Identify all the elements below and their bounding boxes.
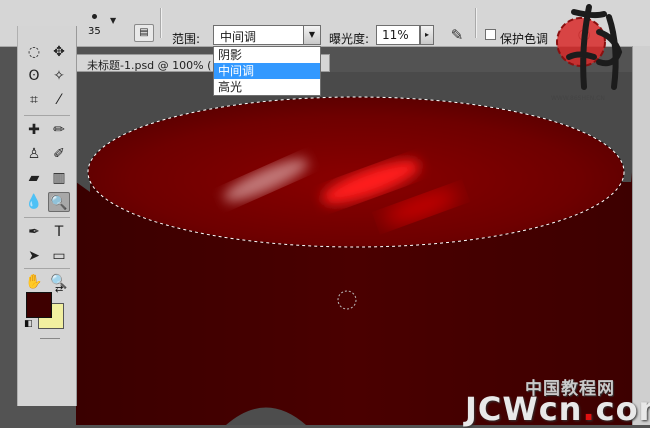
- pen-tool-icon[interactable]: ✒: [23, 222, 45, 242]
- eyedropper-tool-icon[interactable]: ⁄: [48, 90, 70, 110]
- brush-tip-icon: [92, 14, 97, 19]
- range-dropdown-list: 阴影 中间调 高光: [213, 46, 321, 96]
- range-label: 范围:: [172, 32, 201, 46]
- exposure-slider-button[interactable]: ▸: [420, 25, 434, 45]
- crop-tool-icon[interactable]: ⌗: [23, 90, 45, 110]
- seal-caption: WWW.86SHEN.CN: [551, 95, 605, 102]
- brush-picker-arrow-icon[interactable]: ▼: [110, 16, 116, 25]
- path-selection-tool-icon[interactable]: ➤: [23, 246, 45, 266]
- document-tab-title: 未标题-1.psd @ 100% (: [87, 59, 212, 72]
- healing-brush-tool-icon[interactable]: ✚: [23, 120, 45, 140]
- protect-tones-label: 保护色调: [500, 32, 549, 46]
- marquee-tool-icon[interactable]: ◌: [23, 42, 45, 62]
- divider: [24, 217, 70, 218]
- type-tool-icon[interactable]: T: [48, 222, 70, 242]
- range-selected-value: 中间调: [220, 30, 257, 44]
- exposure-value: 11%: [382, 28, 409, 42]
- history-brush-tool-icon[interactable]: ✐: [48, 144, 70, 164]
- divider: [475, 8, 477, 38]
- panel-dock-strip: [632, 46, 650, 425]
- divider: [24, 115, 70, 116]
- seal-logo: WWW.86SHEN.CN: [551, 4, 623, 102]
- blur-tool-icon[interactable]: 💧: [23, 192, 45, 212]
- quick-selection-tool-icon[interactable]: ✧: [48, 66, 70, 86]
- brush-size-value: 35: [88, 26, 101, 37]
- watermark-suffix: com: [595, 390, 650, 428]
- range-option-shadows[interactable]: 阴影: [214, 47, 320, 63]
- protect-tones-checkbox[interactable]: [485, 29, 496, 40]
- canvas-artwork: [76, 96, 632, 425]
- shape-tool-icon[interactable]: ▭: [48, 246, 70, 266]
- divider: [24, 268, 70, 269]
- dodge-tool-icon[interactable]: 🔍: [48, 192, 70, 212]
- foreground-color-swatch[interactable]: [26, 292, 52, 318]
- move-tool-icon[interactable]: ✥: [48, 42, 70, 62]
- quick-mask-button[interactable]: [40, 338, 60, 342]
- range-option-midtones[interactable]: 中间调: [214, 63, 320, 79]
- exposure-input[interactable]: 11%: [376, 25, 420, 45]
- clone-stamp-tool-icon[interactable]: ♙: [23, 144, 45, 164]
- brush-tool-icon[interactable]: ✏: [48, 120, 70, 140]
- eraser-tool-icon[interactable]: ▰: [23, 168, 45, 188]
- watermark-site: JCWcn.com: [465, 390, 650, 428]
- brush-preset-picker[interactable]: 35: [82, 10, 108, 40]
- divider: [160, 8, 162, 38]
- swap-colors-icon[interactable]: ⇄: [55, 284, 63, 295]
- range-option-highlights[interactable]: 高光: [214, 79, 320, 95]
- range-select[interactable]: 中间调 ▼: [213, 25, 321, 45]
- toolbox: ◌ ✥ ʘ ✧ ⌗ ⁄ ✚ ✏ ♙ ✐ ▰ ▥ 💧 🔍 ✒ T ➤ ▭ ✋ 🔍 …: [17, 26, 77, 406]
- canvas[interactable]: [76, 72, 632, 425]
- hand-tool-icon[interactable]: ✋: [23, 272, 45, 292]
- default-colors-icon[interactable]: ◧: [24, 319, 33, 329]
- brush-panel-toggle-button[interactable]: ▤: [134, 24, 154, 42]
- airbrush-icon[interactable]: ✎: [446, 25, 468, 45]
- chevron-down-icon[interactable]: ▼: [303, 26, 320, 44]
- gradient-tool-icon[interactable]: ▥: [48, 168, 70, 188]
- watermark-en: JCWcn: [465, 390, 583, 428]
- watermark-dot: .: [582, 390, 596, 428]
- lasso-tool-icon[interactable]: ʘ: [23, 66, 45, 86]
- exposure-label: 曝光度:: [329, 32, 370, 46]
